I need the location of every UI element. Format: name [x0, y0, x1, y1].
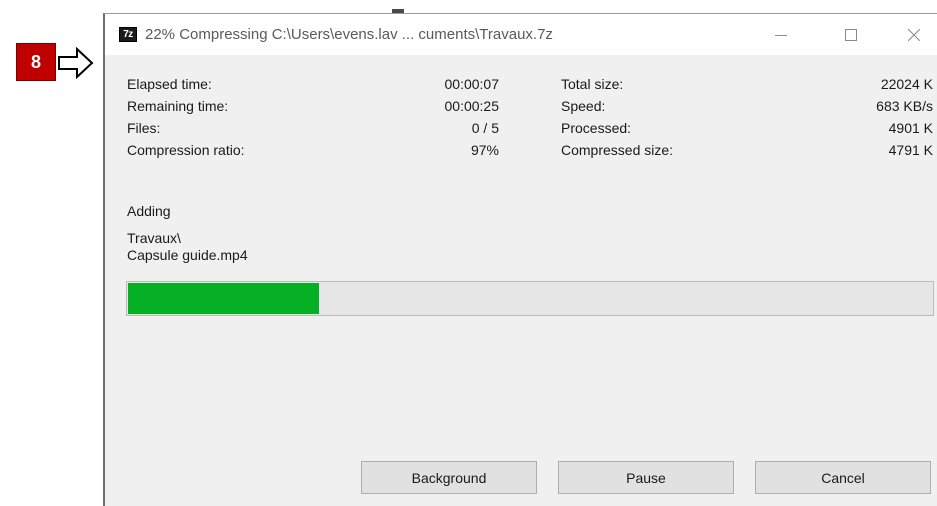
pause-button[interactable]: Pause	[558, 461, 734, 494]
progress-bar-fill	[128, 283, 320, 314]
background-button[interactable]: Background	[361, 461, 537, 494]
compression-ratio-label: Compression ratio:	[127, 142, 245, 158]
files-value: 0 / 5	[471, 120, 499, 136]
7zip-app-icon: 7z	[119, 27, 137, 42]
activity-label: Adding	[127, 203, 171, 219]
step-badge: 8	[16, 43, 56, 81]
remaining-time-label: Remaining time:	[127, 98, 229, 114]
speed-value: 683 KB/s	[876, 98, 933, 114]
compression-ratio-value: 97%	[470, 142, 499, 158]
window-edge-accent	[392, 9, 404, 13]
current-file-name: Capsule guide.mp4	[127, 247, 248, 263]
files-label: Files:	[127, 120, 161, 136]
speed-label: Speed:	[561, 98, 606, 114]
elapsed-time-label: Elapsed time:	[127, 76, 212, 92]
maximize-icon	[845, 28, 857, 41]
cancel-button[interactable]: Cancel	[755, 461, 931, 494]
elapsed-time-value: 00:00:07	[444, 76, 500, 92]
processed-value: 4901 K	[888, 120, 933, 136]
compressed-size-value: 4791 K	[888, 142, 933, 158]
window-title: 22% Compressing C:\Users\evens.lav ... c…	[145, 26, 553, 43]
step-arrow-icon	[58, 47, 94, 79]
processed-label: Processed:	[561, 120, 632, 136]
compression-progress-bar	[126, 281, 934, 316]
compression-progress-dialog: 7z 22% Compressing C:\Users\evens.lav ..…	[103, 13, 937, 506]
minimize-icon	[775, 34, 787, 36]
close-icon	[908, 28, 920, 41]
compressed-size-label: Compressed size:	[561, 142, 674, 158]
maximize-button[interactable]	[820, 14, 882, 55]
total-size-label: Total size:	[561, 76, 624, 92]
title-bar[interactable]: 7z 22% Compressing C:\Users\evens.lav ..…	[105, 14, 937, 55]
total-size-value: 22024 K	[880, 76, 933, 92]
minimize-button[interactable]	[750, 14, 812, 55]
remaining-time-value: 00:00:25	[444, 98, 500, 114]
current-folder-path: Travaux\	[127, 230, 181, 246]
close-button[interactable]	[883, 14, 937, 55]
